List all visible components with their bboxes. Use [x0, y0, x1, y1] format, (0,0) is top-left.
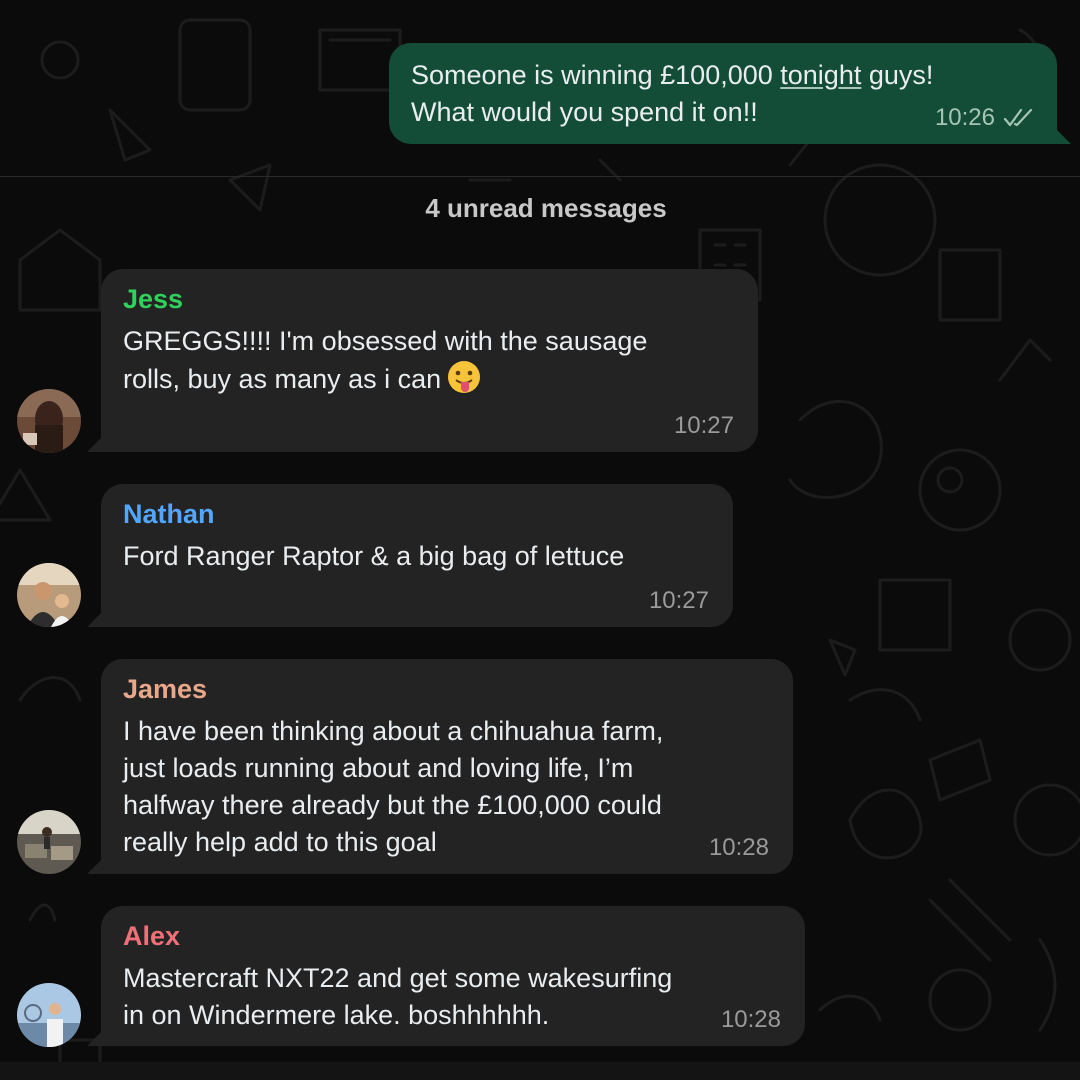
- sender-name[interactable]: Alex: [123, 918, 783, 954]
- unread-messages-label: 4 unread messages: [425, 193, 667, 223]
- message-bubble-james[interactable]: James I have been thinking about a chihu…: [87, 659, 793, 874]
- outgoing-message-meta: 10:26: [935, 104, 1033, 132]
- message-bubble-nathan[interactable]: Nathan Ford Ranger Raptor & a big bag of…: [87, 484, 733, 627]
- message-text: Mastercraft NXT22 and get some wakesurfi…: [123, 963, 673, 1030]
- bottom-edge: [0, 1062, 1080, 1080]
- double-check-icon: [1003, 108, 1033, 128]
- bubble-tail: [87, 852, 109, 874]
- message-text: GREGGS!!!! I'm obsessed with the sausage…: [123, 323, 736, 404]
- message-time: 10:26: [934, 104, 995, 131]
- message-time: 10:28: [720, 1006, 781, 1033]
- avatar-nathan[interactable]: [17, 563, 81, 627]
- unread-divider-line: [0, 176, 1080, 177]
- sender-name[interactable]: Jess: [123, 281, 736, 317]
- bubble-tail: [87, 1024, 109, 1046]
- avatar-alex[interactable]: [17, 983, 81, 1047]
- message-time: 10:27: [648, 587, 709, 614]
- sender-name[interactable]: James: [123, 671, 771, 707]
- outgoing-message-bubble[interactable]: Someone is winning £100,000 tonight guys…: [389, 43, 1071, 144]
- bubble-tail: [87, 430, 109, 452]
- bubble-tail: [87, 605, 109, 627]
- message-text: Ford Ranger Raptor & a big bag of lettuc…: [123, 541, 625, 571]
- chat-panel: Someone is winning £100,000 tonight guys…: [0, 0, 1080, 1080]
- underlined-word: tonight: [780, 60, 862, 90]
- avatar-james[interactable]: [17, 810, 81, 874]
- tongue-out-face-icon: [447, 360, 481, 404]
- message-text: I have been thinking about a chihuahua f…: [123, 716, 664, 857]
- avatar-jess[interactable]: [17, 389, 81, 453]
- message-time: 10:27: [673, 412, 734, 439]
- bubble-tail: [1049, 122, 1071, 144]
- message-bubble-jess[interactable]: Jess GREGGS!!!! I'm obsessed with the sa…: [87, 269, 758, 452]
- message-bubble-alex[interactable]: Alex Mastercraft NXT22 and get some wake…: [87, 906, 805, 1046]
- message-time: 10:28: [708, 834, 769, 861]
- sender-name[interactable]: Nathan: [123, 496, 711, 532]
